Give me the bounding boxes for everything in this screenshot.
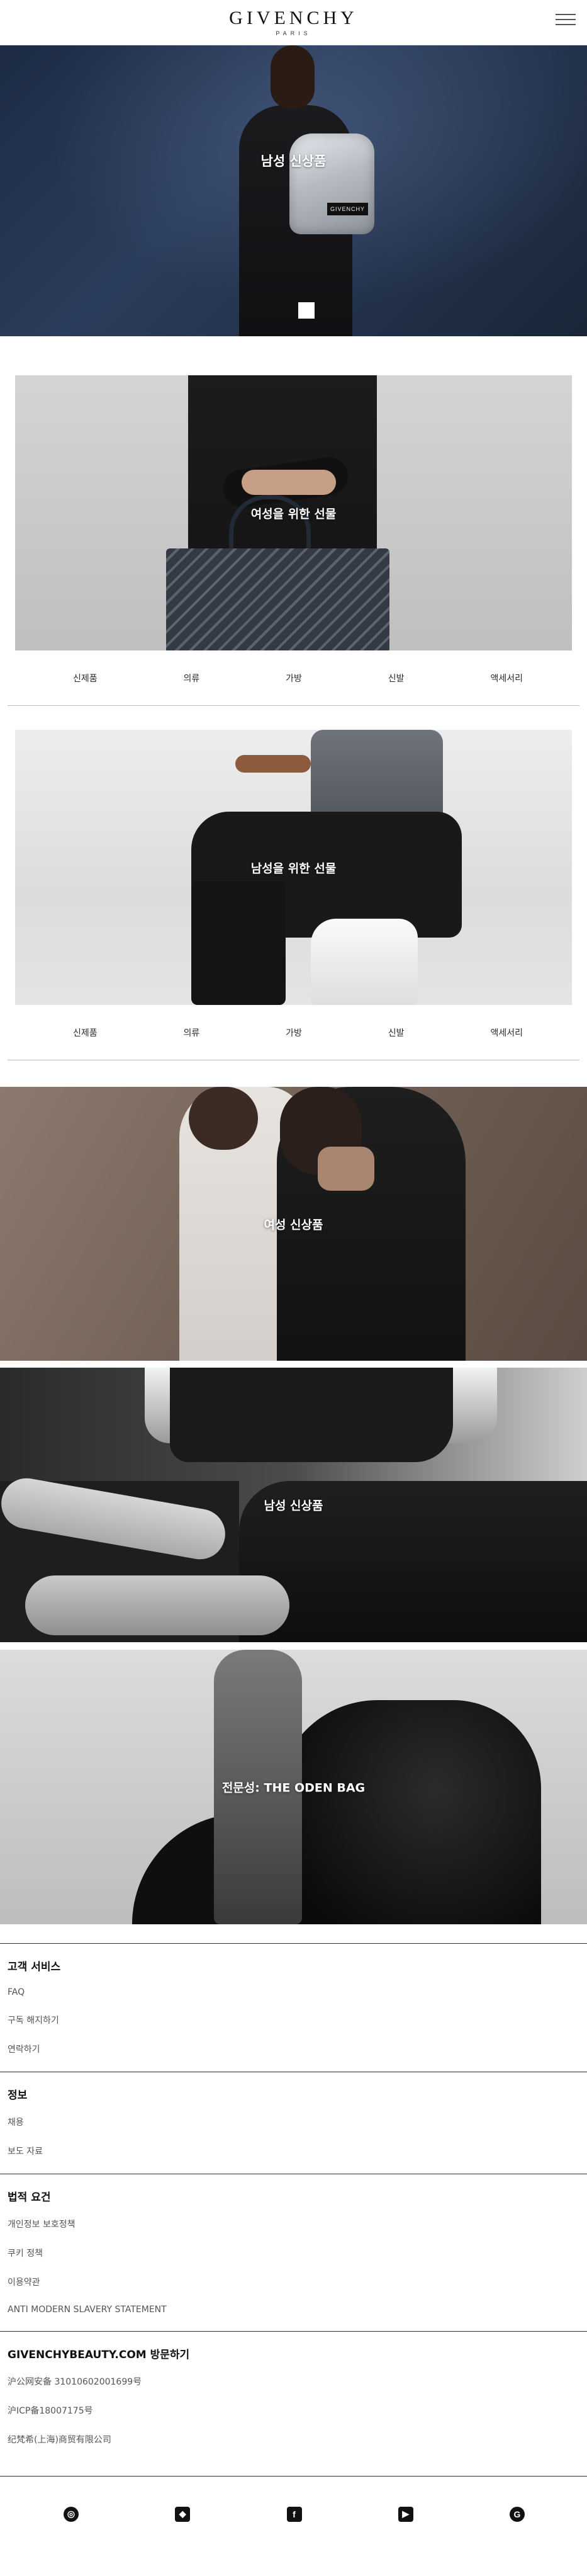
footer-heading: 고객 서비스 xyxy=(8,1961,61,1973)
hamburger-menu-icon[interactable] xyxy=(556,11,576,28)
social-links-bar: ◎ ◆ f ▶ G xyxy=(0,2476,587,2551)
category-link-new[interactable]: 신제품 xyxy=(73,672,98,684)
feature-men-new-title[interactable]: 남성 신상품 xyxy=(0,1497,587,1514)
gift-women-title[interactable]: 여성을 위한 선물 xyxy=(15,504,572,521)
wechat-icon[interactable]: ◆ xyxy=(175,2506,191,2522)
category-link-bags[interactable]: 가방 xyxy=(286,1026,302,1039)
sneaker-image xyxy=(311,919,418,1005)
footer-license-line: 沪公网安备 31010602001699号 xyxy=(8,2377,142,2387)
footer-license-line: 沪ICP备18007175号 xyxy=(8,2406,93,2416)
footer-link-unsubscribe[interactable]: 구독 해지하기 xyxy=(8,2014,579,2026)
tote-bag-image xyxy=(166,548,389,650)
footer-customer-service: 고객 서비스 FAQ 구독 해지하기 연락하기 xyxy=(0,1943,587,2072)
category-link-clothing[interactable]: 의류 xyxy=(184,672,200,684)
hero-banner-men-new[interactable]: GIVENCHY 남성 신상품 xyxy=(0,45,587,336)
footer-link-press[interactable]: 보도 자료 xyxy=(8,2145,579,2157)
hero-title[interactable]: 남성 신상품 xyxy=(0,151,587,170)
instagram-icon[interactable]: ◎ xyxy=(64,2506,79,2522)
category-link-shoes[interactable]: 신발 xyxy=(388,1026,405,1039)
logo-wordmark: GIVENCHY xyxy=(229,8,358,28)
feature-oden-bag[interactable]: 전문성: THE ODEN BAG xyxy=(0,1650,587,1924)
google-icon[interactable]: G xyxy=(510,2506,525,2522)
gift-men-section: 남성을 위한 선물 신제품 의류 가방 신발 액세서리 xyxy=(0,706,587,1060)
category-link-accessories[interactable]: 액세서리 xyxy=(490,1026,523,1039)
backpack-brand-label: GIVENCHY xyxy=(327,203,368,215)
footer-legal: 법적 요건 개인정보 보호정책 쿠키 정책 이용약관 ANTI MODERN S… xyxy=(0,2174,587,2331)
footer-beauty: GIVENCHYBEAUTY.COM 방문하기 沪公网安备 3101060200… xyxy=(0,2331,587,2462)
hero-indicator[interactable] xyxy=(298,302,315,319)
footer-link-contact[interactable]: 연락하기 xyxy=(8,2043,579,2055)
logo-subtext: PARIS xyxy=(276,30,311,37)
youtube-icon[interactable]: ▶ xyxy=(398,2506,413,2522)
site-header: GIVENCHY PARIS xyxy=(0,0,587,45)
feature-men-new[interactable]: 남성 신상품 xyxy=(0,1368,587,1642)
feature-women-new[interactable]: 여성 신상품 xyxy=(0,1087,587,1361)
gift-men-title[interactable]: 남성을 위한 선물 xyxy=(15,859,572,876)
category-link-shoes[interactable]: 신발 xyxy=(388,672,405,684)
gift-women-category-nav: 신제품 의류 가방 신발 액세서리 xyxy=(8,650,579,706)
footer-link-privacy[interactable]: 개인정보 보호정책 xyxy=(8,2218,579,2230)
footer-link-terms[interactable]: 이용약관 xyxy=(8,2276,579,2288)
category-link-bags[interactable]: 가방 xyxy=(286,672,302,684)
gift-women-banner[interactable]: 여성을 위한 선물 xyxy=(15,375,572,650)
backpack-image xyxy=(289,133,374,234)
footer-link-careers[interactable]: 채용 xyxy=(8,2116,579,2128)
category-link-accessories[interactable]: 액세서리 xyxy=(490,672,523,684)
footer-heading: 정보 xyxy=(8,2089,28,2102)
feature-oden-bag-title[interactable]: 전문성: THE ODEN BAG xyxy=(0,1779,587,1796)
footer-link-cookies[interactable]: 쿠키 정책 xyxy=(8,2247,579,2259)
footer-heading: 법적 요건 xyxy=(8,2191,51,2204)
feature-women-new-title[interactable]: 여성 신상품 xyxy=(0,1215,587,1232)
gift-men-banner[interactable]: 남성을 위한 선물 xyxy=(15,730,572,1005)
footer-company-name: 纪梵希(上海)商贸有限公司 xyxy=(8,2435,111,2445)
category-link-clothing[interactable]: 의류 xyxy=(184,1026,200,1039)
gift-men-category-nav: 신제품 의류 가방 신발 액세서리 xyxy=(8,1005,579,1060)
category-link-new[interactable]: 신제품 xyxy=(73,1026,98,1039)
footer-link-anti-slavery[interactable]: ANTI MODERN SLAVERY STATEMENT xyxy=(8,2305,579,2315)
footer-link-faq[interactable]: FAQ xyxy=(8,1987,579,1997)
footer-info: 정보 채용 보도 자료 xyxy=(0,2072,587,2174)
footer-beauty-link[interactable]: GIVENCHYBEAUTY.COM 방문하기 xyxy=(8,2346,579,2361)
site-footer: 고객 서비스 FAQ 구독 해지하기 연락하기 정보 채용 보도 자료 법적 요… xyxy=(0,1943,587,2551)
givenchy-logo[interactable]: GIVENCHY PARIS xyxy=(0,8,587,37)
facebook-icon[interactable]: f xyxy=(286,2506,302,2522)
gift-women-section: 여성을 위한 선물 신제품 의류 가방 신발 액세서리 xyxy=(0,336,587,706)
